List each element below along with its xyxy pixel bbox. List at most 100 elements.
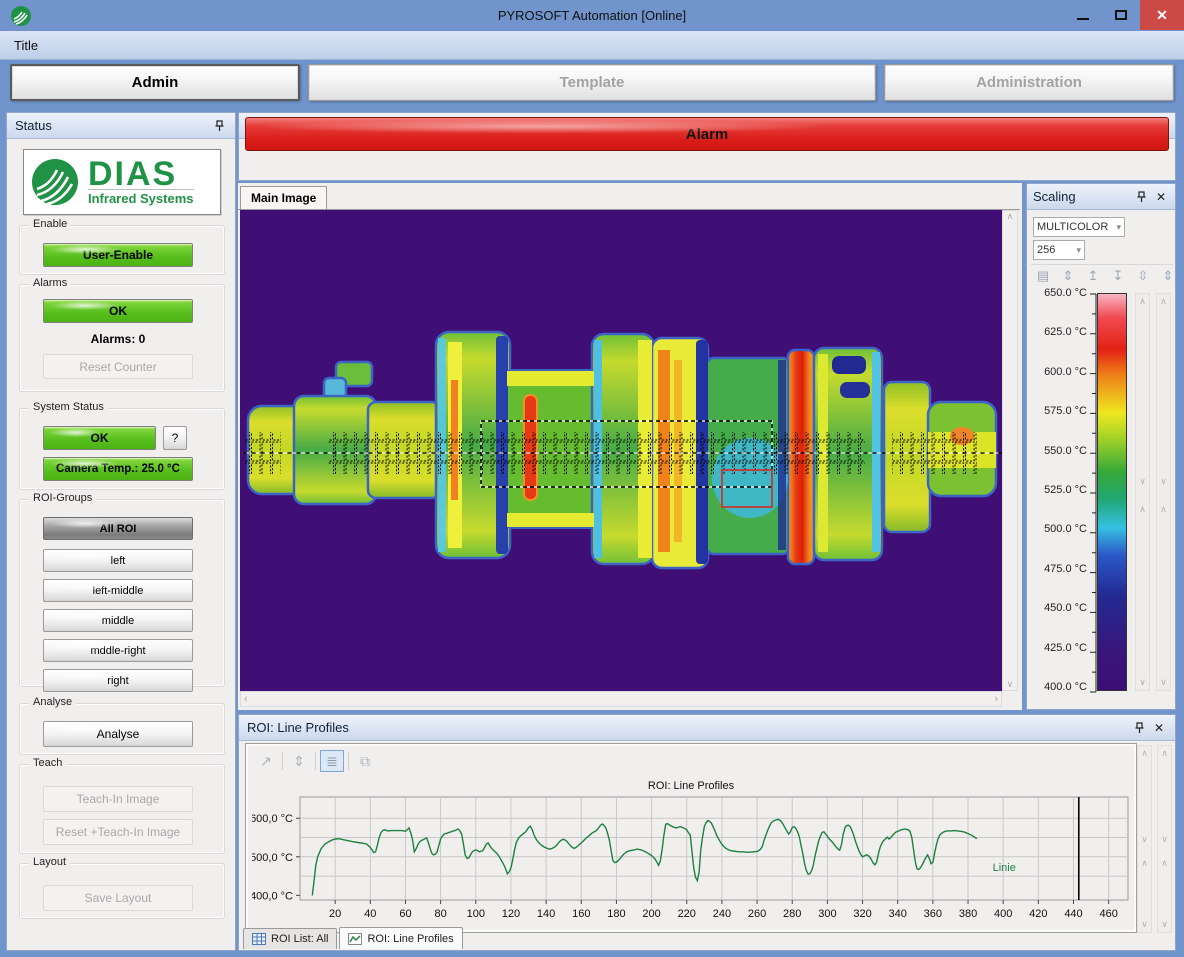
close-icon[interactable]: ✕ <box>1151 720 1167 736</box>
x-tick-label: 200 <box>642 908 660 920</box>
autoscale-icon[interactable]: ⇕ <box>1060 268 1076 284</box>
dias-logo: DIAS Infrared Systems <box>23 149 221 215</box>
x-tick-label: 120 <box>502 908 520 920</box>
reset-teach-in-label: Reset +Teach-In Image <box>56 825 180 839</box>
scale-down-icon[interactable]: ↧ <box>1110 268 1126 284</box>
roi-group-button[interactable]: left <box>43 549 193 572</box>
spin-up-icon[interactable]: ∧ <box>1158 748 1171 759</box>
spin-down-icon[interactable]: ∨ <box>1157 677 1170 688</box>
reset-teach-in-button[interactable]: Reset +Teach-In Image <box>43 819 193 845</box>
roi-group-button[interactable]: middle <box>43 609 193 632</box>
save-layout-button[interactable]: Save Layout <box>43 885 193 911</box>
reset-counter-button[interactable]: Reset Counter <box>43 354 193 379</box>
properties-icon[interactable]: ▤ <box>1035 268 1051 284</box>
scaling-panel: Scaling ✕ MULTICOLOR▾ 256▾ ▤ ⇕ ↥ ↧ ⇳ ⇕ 6… <box>1026 183 1176 710</box>
status-panel-title: Status <box>15 118 52 133</box>
compress-range-icon[interactable]: ⇕ <box>1160 268 1176 284</box>
x-tick-label: 420 <box>1029 908 1047 920</box>
roi-group-button[interactable]: left-middle <box>43 579 193 602</box>
spin-down-icon[interactable]: ∨ <box>1138 919 1151 930</box>
roi-group-button[interactable]: right <box>43 669 193 692</box>
spin-down-icon[interactable]: ∨ <box>1136 677 1149 688</box>
roi-group-button[interactable]: All ROI <box>43 517 193 540</box>
maximize-button[interactable] <box>1102 0 1140 30</box>
close-button[interactable]: ✕ <box>1140 0 1184 30</box>
palette-select[interactable]: MULTICOLOR▾ <box>1033 217 1125 237</box>
spin-up-icon[interactable]: ∧ <box>1136 296 1149 307</box>
scale-label: 425.0 °C <box>1027 642 1087 654</box>
scale-label: 500.0 °C <box>1027 523 1087 535</box>
alarm-banner: Alarm <box>245 117 1169 151</box>
pin-icon[interactable] <box>1131 720 1147 736</box>
spin-down-icon[interactable]: ∨ <box>1157 476 1170 487</box>
tab-template-label: Template <box>560 74 625 91</box>
roi-group-button[interactable]: mddle-right <box>43 639 193 662</box>
main-image-tab[interactable]: Main Image <box>240 186 327 209</box>
tab-template[interactable]: Template <box>308 64 876 101</box>
scroll-down-icon[interactable]: ∨ <box>1007 679 1014 690</box>
spin-up-icon[interactable]: ∧ <box>1157 296 1170 307</box>
system-ok-button[interactable]: OK <box>43 426 156 450</box>
tab-administration[interactable]: Administration <box>884 64 1174 101</box>
teach-in-button[interactable]: Teach-In Image <box>43 786 193 812</box>
close-icon[interactable]: ✕ <box>1153 189 1169 205</box>
spin-up-icon[interactable]: ∧ <box>1138 748 1151 759</box>
spin-up-icon[interactable]: ∧ <box>1158 858 1171 869</box>
reset-counter-label: Reset Counter <box>79 360 156 374</box>
chart-y-spinner[interactable]: ∧ ∨ ∧ ∨ <box>1137 745 1152 933</box>
spin-down-icon[interactable]: ∨ <box>1138 834 1151 845</box>
image-vertical-scrollbar[interactable]: ∧ ∨ <box>1002 210 1018 691</box>
spin-up-icon[interactable]: ∧ <box>1136 504 1149 515</box>
alarms-ok-button[interactable]: OK <box>43 299 193 323</box>
user-enable-button[interactable]: User-Enable <box>43 243 193 267</box>
export-icon[interactable]: ↗ <box>254 750 278 772</box>
scale-tick-axis <box>1088 293 1097 693</box>
chevron-down-icon: ▾ <box>1116 222 1121 233</box>
minimize-button[interactable] <box>1064 0 1102 30</box>
status-panel-header: Status <box>7 113 235 139</box>
thermal-image-viewport[interactable] <box>240 210 1002 691</box>
legend-list-icon[interactable]: ≣ <box>320 750 344 772</box>
spin-up-icon[interactable]: ∧ <box>1157 504 1170 515</box>
x-tick-label: 260 <box>748 908 766 920</box>
scroll-right-icon[interactable]: › <box>994 693 998 705</box>
profiles-panel: ROI: Line Profiles ✕ ↗ ⇕ ≣ ⧉ ROI: Line P… <box>238 714 1176 951</box>
scroll-up-icon[interactable]: ∧ <box>1007 211 1014 222</box>
spin-down-icon[interactable]: ∨ <box>1158 834 1171 845</box>
table-icon <box>252 933 266 945</box>
scale-max-spinner[interactable]: ∧ ∨ ∧ ∨ <box>1135 293 1150 691</box>
scale-up-icon[interactable]: ↥ <box>1085 268 1101 284</box>
pin-icon[interactable] <box>211 118 227 134</box>
copy-icon[interactable]: ⧉ <box>353 750 377 772</box>
close-icon: ✕ <box>1156 7 1168 24</box>
camera-temp-button[interactable]: Camera Temp.: 25.0 °C <box>43 457 193 481</box>
levels-select[interactable]: 256▾ <box>1033 240 1085 260</box>
chart-icon <box>348 933 362 945</box>
tab-line-profiles[interactable]: ROI: Line Profiles <box>339 927 462 949</box>
scale-min-spinner[interactable]: ∧ ∨ ∧ ∨ <box>1156 293 1171 691</box>
line-profile-chart[interactable]: 2040608010012014016018020022024026028030… <box>252 790 1132 930</box>
image-horizontal-scrollbar[interactable]: ‹ › <box>240 691 1002 707</box>
status-panel: Status DIAS Infrared Systems Enable User… <box>6 112 236 951</box>
fit-vertical-icon[interactable]: ⇕ <box>287 750 311 772</box>
main-image-panel: Main Image <box>238 183 1022 710</box>
teach-in-label: Teach-In Image <box>77 792 160 806</box>
chart-x-spinner[interactable]: ∧ ∨ ∧ ∨ <box>1157 745 1172 933</box>
system-help-button[interactable]: ? <box>163 426 187 450</box>
spin-up-icon[interactable]: ∧ <box>1138 858 1151 869</box>
spin-down-icon[interactable]: ∨ <box>1136 476 1149 487</box>
tab-admin[interactable]: Admin <box>10 64 300 101</box>
spin-down-icon[interactable]: ∨ <box>1158 919 1171 930</box>
scale-label: 525.0 °C <box>1027 484 1087 496</box>
profiles-toolbar: ↗ ⇕ ≣ ⧉ <box>254 750 377 772</box>
tab-roi-list[interactable]: ROI List: All <box>243 928 337 949</box>
title-menubar[interactable]: Title <box>0 31 1184 60</box>
thermal-image <box>240 210 1002 691</box>
x-tick-label: 40 <box>364 908 376 920</box>
pin-icon[interactable] <box>1133 189 1149 205</box>
analyse-button[interactable]: Analyse <box>43 721 193 747</box>
scroll-left-icon[interactable]: ‹ <box>244 693 248 705</box>
help-icon: ? <box>172 431 179 445</box>
expand-range-icon[interactable]: ⇳ <box>1135 268 1151 284</box>
scale-label: 625.0 °C <box>1027 326 1087 338</box>
